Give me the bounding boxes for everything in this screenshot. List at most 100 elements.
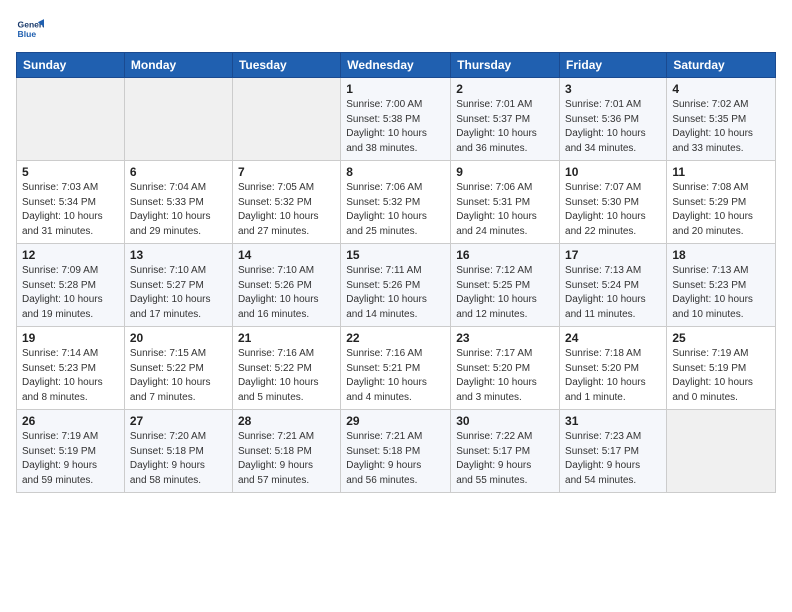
calendar-cell: 16 Sunrise: 7:12 AM Sunset: 5:25 PM Dayli…: [451, 244, 560, 327]
weekday-header: Saturday: [667, 53, 776, 78]
day-info: Sunrise: 7:08 AM Sunset: 5:29 PM Dayligh…: [672, 181, 770, 239]
day-number: 20: [130, 331, 227, 345]
day-info: Sunrise: 7:21 AM Sunset: 5:18 PM Dayligh…: [346, 430, 445, 488]
day-number: 3: [565, 82, 661, 96]
day-number: 4: [672, 82, 770, 96]
day-info: Sunrise: 7:13 AM Sunset: 5:24 PM Dayligh…: [565, 264, 661, 322]
calendar-week-row: 26 Sunrise: 7:19 AM Sunset: 5:19 PM Dayli…: [17, 410, 776, 493]
day-info: Sunrise: 7:15 AM Sunset: 5:22 PM Dayligh…: [130, 347, 227, 405]
day-number: 27: [130, 414, 227, 428]
day-info: Sunrise: 7:06 AM Sunset: 5:31 PM Dayligh…: [456, 181, 554, 239]
day-info: Sunrise: 7:19 AM Sunset: 5:19 PM Dayligh…: [22, 430, 119, 488]
calendar-cell: 1 Sunrise: 7:00 AM Sunset: 5:38 PM Daylig…: [341, 78, 451, 161]
calendar-cell: 28 Sunrise: 7:21 AM Sunset: 5:18 PM Dayli…: [232, 410, 340, 493]
day-info: Sunrise: 7:00 AM Sunset: 5:38 PM Dayligh…: [346, 98, 445, 156]
weekday-header: Tuesday: [232, 53, 340, 78]
calendar-cell: 21 Sunrise: 7:16 AM Sunset: 5:22 PM Dayli…: [232, 327, 340, 410]
day-number: 15: [346, 248, 445, 262]
weekday-header: Monday: [124, 53, 232, 78]
calendar-cell: 26 Sunrise: 7:19 AM Sunset: 5:19 PM Dayli…: [17, 410, 125, 493]
day-number: 24: [565, 331, 661, 345]
calendar-cell: 7 Sunrise: 7:05 AM Sunset: 5:32 PM Daylig…: [232, 161, 340, 244]
weekday-header: Thursday: [451, 53, 560, 78]
day-info: Sunrise: 7:19 AM Sunset: 5:19 PM Dayligh…: [672, 347, 770, 405]
day-info: Sunrise: 7:12 AM Sunset: 5:25 PM Dayligh…: [456, 264, 554, 322]
day-number: 29: [346, 414, 445, 428]
day-info: Sunrise: 7:10 AM Sunset: 5:27 PM Dayligh…: [130, 264, 227, 322]
calendar-cell: 10 Sunrise: 7:07 AM Sunset: 5:30 PM Dayli…: [560, 161, 667, 244]
day-info: Sunrise: 7:11 AM Sunset: 5:26 PM Dayligh…: [346, 264, 445, 322]
calendar-table: SundayMondayTuesdayWednesdayThursdayFrid…: [16, 52, 776, 493]
calendar-cell: 3 Sunrise: 7:01 AM Sunset: 5:36 PM Daylig…: [560, 78, 667, 161]
calendar-cell: 2Sunrise: 7:01 AM Sunset: 5:37 PM Daylig…: [451, 78, 560, 161]
calendar-header-row: SundayMondayTuesdayWednesdayThursdayFrid…: [17, 53, 776, 78]
day-info: Sunrise: 7:04 AM Sunset: 5:33 PM Dayligh…: [130, 181, 227, 239]
header: General Blue: [16, 16, 776, 44]
weekday-header: Friday: [560, 53, 667, 78]
day-number: 16: [456, 248, 554, 262]
calendar-cell: 24Sunrise: 7:18 AM Sunset: 5:20 PM Dayli…: [560, 327, 667, 410]
day-number: 23: [456, 331, 554, 345]
day-number: 7: [238, 165, 335, 179]
day-info: Sunrise: 7:20 AM Sunset: 5:18 PM Dayligh…: [130, 430, 227, 488]
calendar-cell: 5 Sunrise: 7:03 AM Sunset: 5:34 PM Daylig…: [17, 161, 125, 244]
calendar-cell: 18Sunrise: 7:13 AM Sunset: 5:23 PM Dayli…: [667, 244, 776, 327]
day-number: 30: [456, 414, 554, 428]
day-number: 22: [346, 331, 445, 345]
calendar-cell: 13 Sunrise: 7:10 AM Sunset: 5:27 PM Dayli…: [124, 244, 232, 327]
day-number: 19: [22, 331, 119, 345]
day-info: Sunrise: 7:14 AM Sunset: 5:23 PM Dayligh…: [22, 347, 119, 405]
day-info: Sunrise: 7:23 AM Sunset: 5:17 PM Dayligh…: [565, 430, 661, 488]
calendar-cell: 6 Sunrise: 7:04 AM Sunset: 5:33 PM Daylig…: [124, 161, 232, 244]
calendar-cell: [667, 410, 776, 493]
day-number: 10: [565, 165, 661, 179]
day-number: 21: [238, 331, 335, 345]
day-info: Sunrise: 7:07 AM Sunset: 5:30 PM Dayligh…: [565, 181, 661, 239]
day-info: Sunrise: 7:13 AM Sunset: 5:23 PM Dayligh…: [672, 264, 770, 322]
day-info: Sunrise: 7:09 AM Sunset: 5:28 PM Dayligh…: [22, 264, 119, 322]
calendar-cell: 29 Sunrise: 7:21 AM Sunset: 5:18 PM Dayli…: [341, 410, 451, 493]
logo: General Blue: [16, 16, 48, 44]
calendar-cell: 30 Sunrise: 7:22 AM Sunset: 5:17 PM Dayli…: [451, 410, 560, 493]
day-number: 6: [130, 165, 227, 179]
calendar-cell: 8 Sunrise: 7:06 AM Sunset: 5:32 PM Daylig…: [341, 161, 451, 244]
day-info: Sunrise: 7:10 AM Sunset: 5:26 PM Dayligh…: [238, 264, 335, 322]
day-info: Sunrise: 7:06 AM Sunset: 5:32 PM Dayligh…: [346, 181, 445, 239]
calendar-week-row: 1 Sunrise: 7:00 AM Sunset: 5:38 PM Daylig…: [17, 78, 776, 161]
day-info: Sunrise: 7:17 AM Sunset: 5:20 PM Dayligh…: [456, 347, 554, 405]
day-number: 28: [238, 414, 335, 428]
day-info: Sunrise: 7:03 AM Sunset: 5:34 PM Dayligh…: [22, 181, 119, 239]
calendar-week-row: 5 Sunrise: 7:03 AM Sunset: 5:34 PM Daylig…: [17, 161, 776, 244]
day-number: 31: [565, 414, 661, 428]
day-number: 17: [565, 248, 661, 262]
calendar-cell: [124, 78, 232, 161]
calendar-cell: 17 Sunrise: 7:13 AM Sunset: 5:24 PM Dayli…: [560, 244, 667, 327]
day-info: Sunrise: 7:05 AM Sunset: 5:32 PM Dayligh…: [238, 181, 335, 239]
day-number: 2: [456, 82, 554, 96]
day-number: 26: [22, 414, 119, 428]
day-number: 25: [672, 331, 770, 345]
calendar-cell: 20 Sunrise: 7:15 AM Sunset: 5:22 PM Dayli…: [124, 327, 232, 410]
day-info: Sunrise: 7:01 AM Sunset: 5:36 PM Dayligh…: [565, 98, 661, 156]
calendar-cell: 31 Sunrise: 7:23 AM Sunset: 5:17 PM Dayli…: [560, 410, 667, 493]
day-number: 5: [22, 165, 119, 179]
day-info: Sunrise: 7:16 AM Sunset: 5:21 PM Dayligh…: [346, 347, 445, 405]
svg-text:Blue: Blue: [18, 29, 37, 39]
day-number: 9: [456, 165, 554, 179]
day-number: 13: [130, 248, 227, 262]
calendar-cell: 12Sunrise: 7:09 AM Sunset: 5:28 PM Dayli…: [17, 244, 125, 327]
day-info: Sunrise: 7:16 AM Sunset: 5:22 PM Dayligh…: [238, 347, 335, 405]
day-info: Sunrise: 7:21 AM Sunset: 5:18 PM Dayligh…: [238, 430, 335, 488]
calendar-cell: 15 Sunrise: 7:11 AM Sunset: 5:26 PM Dayli…: [341, 244, 451, 327]
calendar-cell: 14 Sunrise: 7:10 AM Sunset: 5:26 PM Dayli…: [232, 244, 340, 327]
day-number: 1: [346, 82, 445, 96]
calendar-cell: 11Sunrise: 7:08 AM Sunset: 5:29 PM Dayli…: [667, 161, 776, 244]
calendar-cell: 27 Sunrise: 7:20 AM Sunset: 5:18 PM Dayli…: [124, 410, 232, 493]
logo-icon: General Blue: [16, 16, 44, 44]
day-info: Sunrise: 7:22 AM Sunset: 5:17 PM Dayligh…: [456, 430, 554, 488]
calendar-cell: 25 Sunrise: 7:19 AM Sunset: 5:19 PM Dayli…: [667, 327, 776, 410]
day-number: 8: [346, 165, 445, 179]
day-number: 14: [238, 248, 335, 262]
calendar-week-row: 19 Sunrise: 7:14 AM Sunset: 5:23 PM Dayli…: [17, 327, 776, 410]
calendar-week-row: 12Sunrise: 7:09 AM Sunset: 5:28 PM Dayli…: [17, 244, 776, 327]
